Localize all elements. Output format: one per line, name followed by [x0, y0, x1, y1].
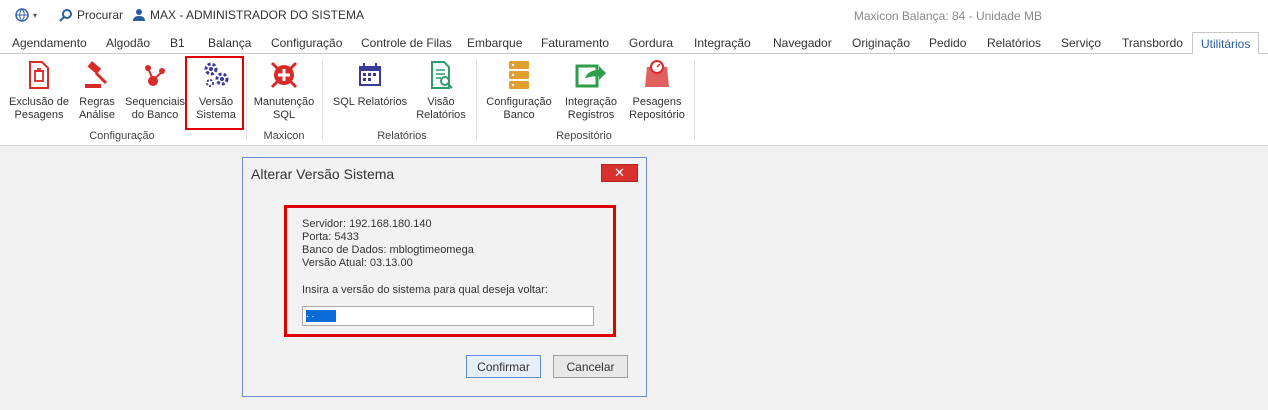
dialog-title: Alterar Versão Sistema — [251, 166, 395, 182]
integracao-label-2: Registros — [567, 109, 615, 121]
regras-analise-button[interactable]: Regras Análise — [65, 58, 129, 122]
regras-label-1: Regras — [79, 96, 115, 108]
tab-b1[interactable]: B1 — [170, 36, 185, 50]
tab-relatorios[interactable]: Relatórios — [987, 36, 1041, 50]
report-search-icon — [431, 61, 453, 89]
ribbon-tabs: Agendamento Algodão B1 Balança Configura… — [0, 32, 1268, 55]
title-bar: ▾ Procurar MAX - ADMINISTRADOR DO SISTEM… — [0, 0, 1268, 32]
versao-input-value: . . — [306, 310, 336, 322]
globe-icon — [15, 8, 29, 22]
ribbon-panel: Exclusão de Pesagens Regras Análise Sequ… — [0, 54, 1268, 146]
sequenciais-label-1: Sequenciais — [125, 96, 185, 108]
tab-agendamento[interactable]: Agendamento — [12, 36, 87, 50]
calendar-icon — [359, 63, 381, 86]
user-icon — [133, 9, 145, 21]
visao-relatorios-button[interactable]: Visão Relatórios — [409, 58, 473, 122]
sequenciais-banco-button[interactable]: Sequenciais do Banco — [123, 58, 187, 122]
pesagens-label-2: Repositório — [629, 109, 685, 121]
close-button[interactable]: ✕ — [601, 164, 638, 182]
export-icon — [575, 64, 606, 88]
tab-configuracao[interactable]: Configuração — [271, 36, 342, 50]
search-icon — [59, 9, 72, 22]
tab-embarque[interactable]: Embarque — [467, 36, 522, 50]
pesagens-repositorio-button[interactable]: Pesagens Repositório — [625, 58, 689, 122]
configuracao-banco-label-2: Banco — [503, 109, 535, 121]
exclusao-label-1: Exclusão de — [9, 96, 69, 108]
user-button[interactable]: MAX - ADMINISTRADOR DO SISTEMA — [132, 8, 364, 22]
maintenance-icon — [270, 61, 298, 89]
pesagens-label-1: Pesagens — [632, 96, 682, 108]
group-maxicon: Maxicon — [263, 130, 305, 142]
tab-integracao[interactable]: Integração — [694, 36, 751, 50]
versao-highlight — [185, 56, 244, 130]
exclusao-label-2: Pesagens — [14, 109, 64, 121]
visao-label-2: Relatórios — [416, 109, 466, 121]
context-label: Maxicon Balança: 84 - Unidade MB — [853, 9, 1042, 23]
tab-servico[interactable]: Serviço — [1061, 36, 1101, 50]
tab-transbordo[interactable]: Transbordo — [1122, 36, 1183, 50]
tab-utilitarios[interactable]: Utilitários — [1192, 32, 1260, 55]
manutencao-sql-button[interactable]: Manutenção SQL — [252, 58, 316, 122]
confirmar-button[interactable]: Confirmar — [466, 355, 541, 378]
tab-navegador[interactable]: Navegador — [773, 36, 832, 50]
tab-controle-de-filas[interactable]: Controle de Filas — [361, 36, 452, 50]
group-separator — [476, 60, 477, 140]
prompt-text: Insira a versão do sistema para qual des… — [302, 284, 548, 296]
versao-input[interactable]: . . — [302, 306, 594, 326]
tab-faturamento[interactable]: Faturamento — [541, 36, 609, 50]
servidor-text: Servidor: 192.168.180.140 — [302, 218, 432, 230]
versao-atual-text: Versão Atual: 03.13.00 — [302, 257, 413, 269]
trash-icon — [29, 61, 49, 89]
configuracao-banco-button[interactable]: Configuração Banco — [484, 58, 554, 122]
info-highlight-box: Servidor: 192.168.180.140 Porta: 5433 Ba… — [284, 205, 616, 337]
sql-relatorios-button[interactable]: SQL Relatórios — [332, 58, 408, 109]
sequenciais-label-2: do Banco — [131, 109, 179, 121]
integracao-registros-button[interactable]: Integração Registros — [557, 58, 625, 122]
chevron-down-icon: ▾ — [33, 10, 38, 20]
group-configuracao: Configuração — [89, 130, 155, 142]
exclusao-pesagens-button[interactable]: Exclusão de Pesagens — [7, 58, 71, 122]
gavel-icon — [85, 61, 108, 88]
group-separator — [246, 60, 247, 140]
regras-label-2: Análise — [78, 109, 116, 121]
sequence-icon — [145, 65, 165, 86]
manutencao-label-1: Manutenção — [253, 96, 315, 108]
tab-balanca[interactable]: Balança — [208, 36, 251, 50]
app-menu[interactable]: ▾ — [15, 8, 37, 22]
close-icon: ✕ — [614, 165, 625, 180]
tab-originacao[interactable]: Originação — [852, 36, 910, 50]
group-separator — [694, 60, 695, 140]
banco-text: Banco de Dados: mblogtimeomega — [302, 244, 474, 256]
database-icon — [509, 61, 529, 89]
tab-pedido[interactable]: Pedido — [929, 36, 966, 50]
porta-text: Porta: 5433 — [302, 231, 359, 243]
group-relatorios: Relatórios — [377, 130, 427, 142]
integracao-label-1: Integração — [565, 96, 617, 108]
tab-algodao[interactable]: Algodão — [106, 36, 150, 50]
group-repositorio: Repositório — [556, 130, 612, 142]
scale-icon — [645, 60, 669, 87]
group-separator — [322, 60, 323, 140]
alterar-versao-dialog: Alterar Versão Sistema ✕ Servidor: 192.1… — [242, 157, 647, 397]
cancelar-button[interactable]: Cancelar — [553, 355, 628, 378]
search-label: Procurar — [77, 8, 124, 22]
manutencao-label-2: SQL — [272, 109, 295, 121]
configuracao-banco-label-1: Configuração — [486, 96, 552, 108]
user-label: MAX - ADMINISTRADOR DO SISTEMA — [150, 8, 365, 22]
visao-label-1: Visão — [427, 96, 455, 108]
search-button[interactable]: Procurar — [59, 8, 123, 22]
sql-relatorios-label: SQL Relatórios — [332, 96, 408, 108]
tab-gordura[interactable]: Gordura — [629, 36, 673, 50]
